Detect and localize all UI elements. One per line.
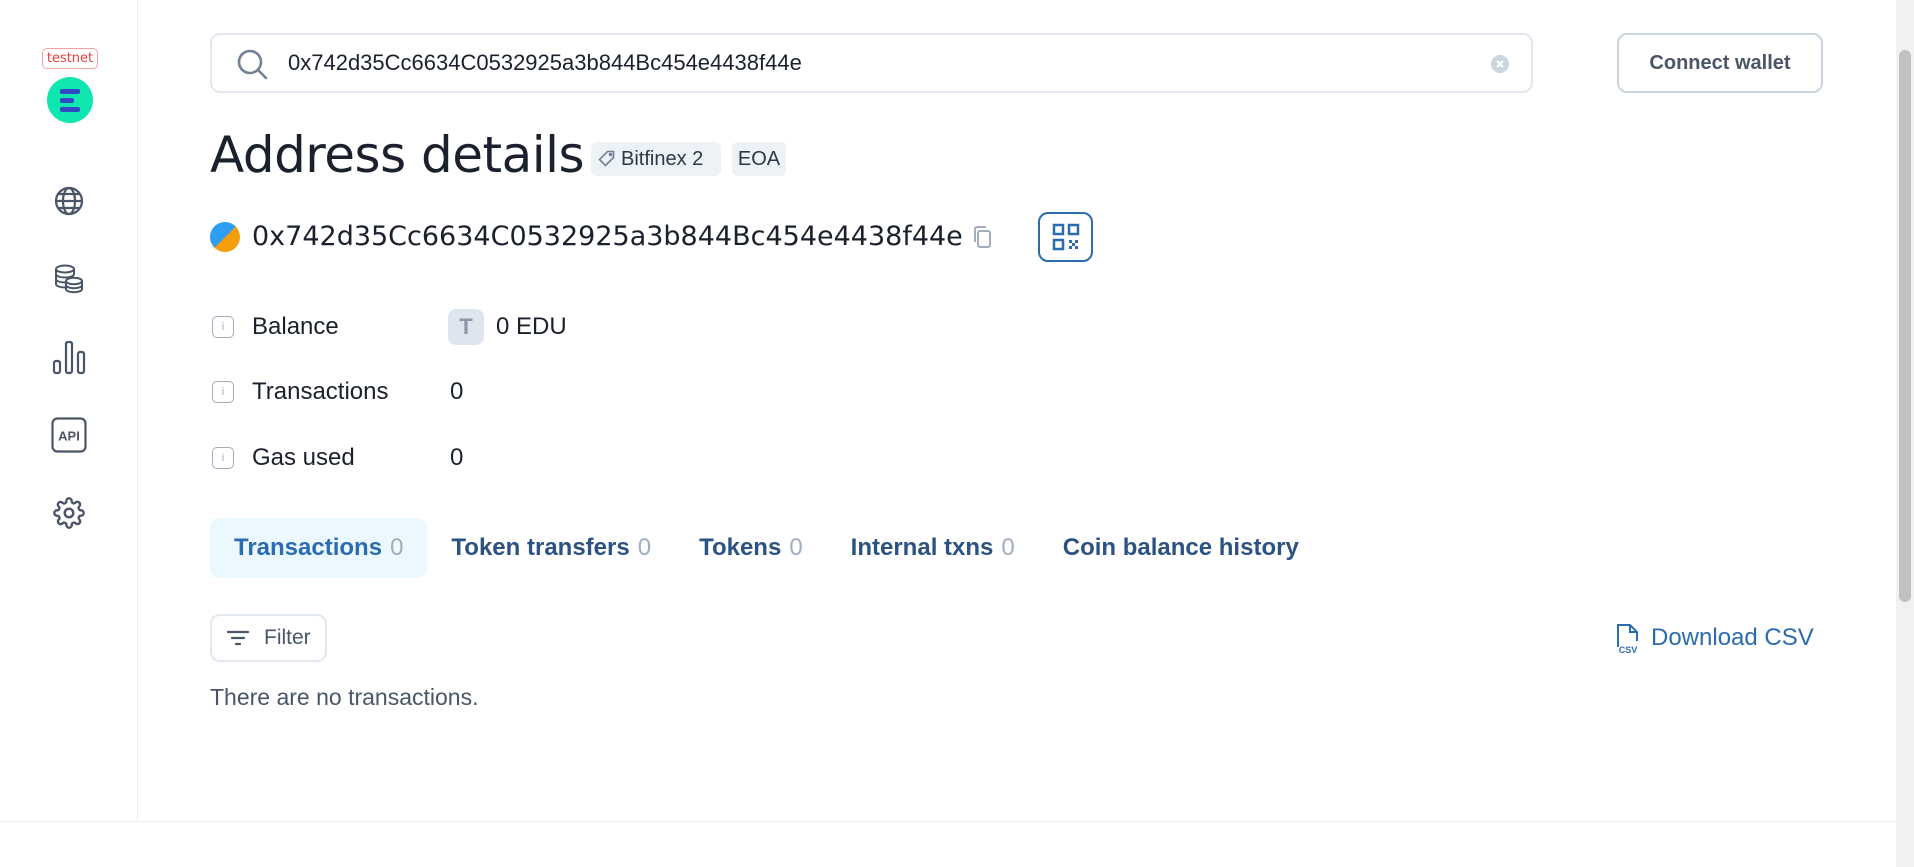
filter-label: Filter — [264, 626, 311, 649]
filter-icon — [226, 630, 250, 646]
transactions-row: i Transactions 0 — [212, 374, 463, 410]
csv-file-icon: CSV — [1617, 624, 1638, 654]
search-input[interactable] — [288, 45, 1438, 81]
csv-icon-text: CSV — [1619, 645, 1638, 654]
tab-count: 0 — [1001, 534, 1015, 561]
footer — [0, 821, 1896, 867]
download-csv-label: Download CSV — [1651, 624, 1814, 651]
scrollbar[interactable] — [1896, 0, 1914, 867]
address-avatar — [210, 222, 240, 252]
tab-coin-balance-history[interactable]: Coin balance history — [1039, 518, 1323, 578]
stats-icon — [52, 340, 86, 375]
balance-value: 0 EDU — [496, 313, 567, 340]
qr-code-icon — [1052, 223, 1079, 251]
filter-button[interactable]: Filter — [210, 614, 327, 662]
download-csv-link[interactable]: CSV Download CSV — [1615, 620, 1814, 656]
sidebar: testnet API — [0, 0, 138, 821]
balance-label: Balance — [252, 313, 339, 340]
nav-api[interactable]: API — [50, 416, 88, 454]
address-hash: 0x742d35Cc6634C0532925a3b844Bc454e4438f4… — [252, 221, 963, 252]
globe-icon — [54, 186, 84, 216]
name-tag-label: Bitfinex 2 — [621, 147, 704, 170]
gas-used-value: 0 — [450, 444, 464, 471]
transactions-value: 0 — [450, 378, 464, 405]
svg-text:API: API — [58, 429, 80, 444]
copy-icon[interactable] — [970, 224, 994, 250]
tab-label: Internal txns — [850, 534, 994, 561]
info-icon[interactable]: i — [212, 447, 234, 469]
name-tag: Bitfinex 2 — [591, 142, 721, 176]
tab-tokens[interactable]: Tokens 0 — [675, 518, 827, 578]
tab-count: 0 — [390, 534, 404, 561]
search-bar — [210, 33, 1533, 93]
coins-icon — [55, 264, 83, 294]
tab-count: 0 — [789, 534, 803, 561]
qr-code-button[interactable] — [1038, 212, 1093, 262]
tab-label: Token transfers — [451, 534, 630, 561]
tab-label: Coin balance history — [1062, 534, 1299, 561]
search-icon — [237, 49, 268, 80]
nav-tokens[interactable] — [50, 260, 88, 298]
tab-label: Transactions — [234, 534, 383, 561]
token-avatar: T — [448, 309, 484, 345]
tab-label: Tokens — [699, 534, 782, 561]
api-icon: API — [51, 417, 87, 453]
tab-bar: Transactions 0 Token transfers 0 Tokens … — [210, 518, 1323, 578]
tab-internal-txns[interactable]: Internal txns 0 — [827, 518, 1039, 578]
connect-wallet-button[interactable]: Connect wallet — [1617, 33, 1823, 93]
nav-globe[interactable] — [50, 182, 88, 220]
tab-count: 0 — [637, 534, 652, 561]
tab-transactions[interactable]: Transactions 0 — [210, 518, 428, 578]
info-icon[interactable]: i — [212, 381, 234, 403]
network-badge: testnet — [42, 48, 98, 69]
tag-icon — [598, 150, 615, 167]
nav-settings[interactable] — [50, 494, 88, 532]
gas-used-row: i Gas used 0 — [212, 440, 463, 476]
balance-row: i Balance T 0 EDU — [212, 309, 567, 345]
nav-stats[interactable] — [50, 338, 88, 376]
info-icon[interactable]: i — [212, 316, 234, 338]
eoa-tag: EOA — [732, 142, 786, 176]
clear-search-icon[interactable] — [1491, 55, 1509, 73]
empty-state-text: There are no transactions. — [210, 684, 479, 710]
gas-used-label: Gas used — [252, 444, 355, 471]
transactions-label: Transactions — [252, 378, 389, 405]
tab-token-transfers[interactable]: Token transfers 0 — [427, 518, 675, 578]
app-logo[interactable] — [47, 77, 93, 123]
gear-icon — [53, 497, 85, 529]
page-title: Address details — [210, 126, 585, 184]
scrollbar-thumb[interactable] — [1899, 50, 1911, 602]
